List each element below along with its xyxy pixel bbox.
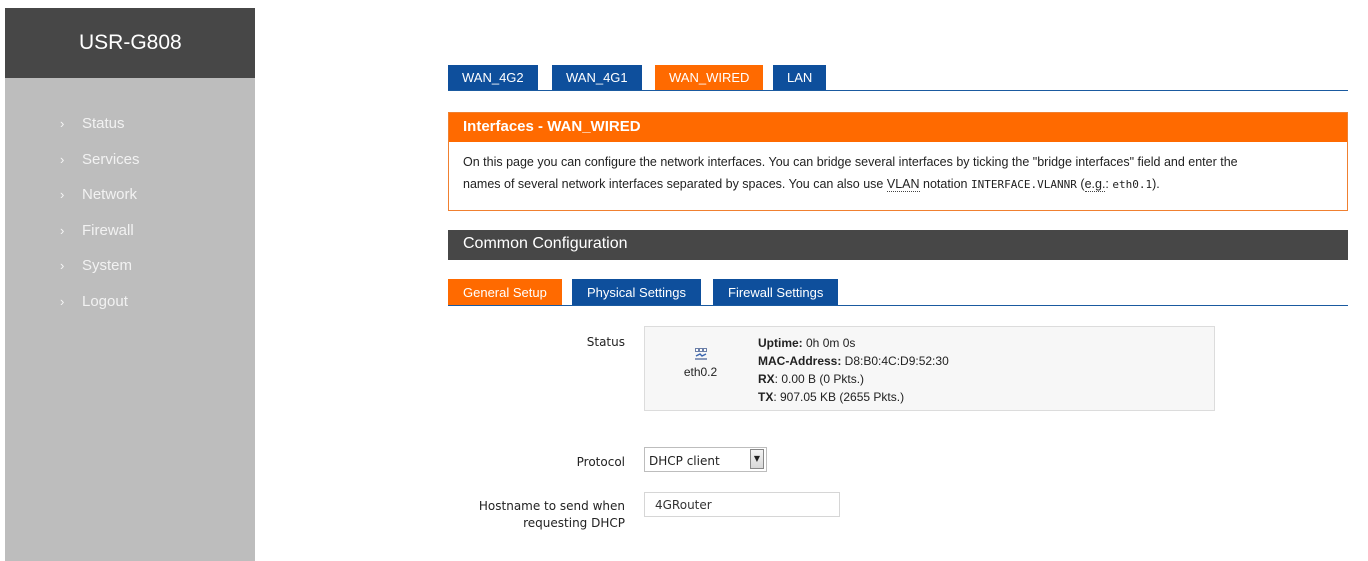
interface-badge: eth0.2 [673,347,728,379]
config-subtabs: General Setup Physical Settings Firewall… [448,279,1348,306]
uptime-value: 0h 0m 0s [802,336,856,350]
panel-description: On this page you can configure the netwo… [449,142,1347,196]
uptime-row: Uptime: 0h 0m 0s [758,334,949,352]
chevron-down-icon[interactable]: ▼ [750,449,764,469]
tab-firewall-settings[interactable]: Firewall Settings [713,279,839,305]
sidebar-item-status[interactable]: › Status [5,106,255,142]
tab-wan-4g2[interactable]: WAN_4G2 [448,65,538,90]
hostname-label-line-2: requesting DHCP [523,516,625,530]
sidebar: USR-G808 › Status › Services › Network ›… [5,8,255,561]
tab-general-setup[interactable]: General Setup [448,279,562,305]
mac-label: MAC-Address: [758,354,842,368]
rx-value: : 0.00 B (0 Pkts.) [774,372,865,386]
interface-stats: Uptime: 0h 0m 0s MAC-Address: D8:B0:4C:D… [758,334,949,406]
sidebar-item-label: Firewall [82,221,134,239]
interfaces-panel: Interfaces - WAN_WIRED On this page you … [448,112,1348,211]
desc-text: ( [1076,177,1085,191]
hostname-input[interactable] [644,492,840,517]
tx-row: TX: 907.05 KB (2655 Pkts.) [758,388,949,406]
status-label: Status [586,335,625,349]
mac-row: MAC-Address: D8:B0:4C:D9:52:30 [758,352,949,370]
eg-abbr: e.g. [1084,177,1106,192]
panel-title: Interfaces - WAN_WIRED [449,113,1347,142]
sidebar-item-system[interactable]: › System [5,248,255,284]
tab-wan-4g1[interactable]: WAN_4G1 [552,65,642,90]
rx-row: RX: 0.00 B (0 Pkts.) [758,370,949,388]
sidebar-item-label: Logout [82,292,128,310]
chevron-right-icon: › [60,116,65,132]
sidebar-item-firewall[interactable]: › Firewall [5,213,255,249]
chevron-right-icon: › [60,187,65,203]
protocol-label: Protocol [576,455,625,469]
protocol-value: DHCP client [649,454,720,468]
chevron-right-icon: › [60,151,65,167]
rx-label: RX [758,372,775,386]
protocol-select[interactable]: DHCP client ▼ [644,447,767,472]
brand-title: USR-G808 [5,8,255,78]
tx-label: TX [758,390,774,404]
code-interface-vlannr: INTERFACE.VLANNR [970,178,1077,191]
description-line-1: On this page you can configure the netwo… [463,155,1238,169]
sidebar-item-logout[interactable]: › Logout [5,284,255,320]
hostname-label: Hostname to send when requesting DHCP [448,498,625,532]
sidebar-item-network[interactable]: › Network [5,177,255,213]
desc-text: notation [919,177,971,191]
desc-text: ). [1152,177,1160,191]
interface-name: eth0.2 [683,365,718,379]
sidebar-item-label: Services [82,150,140,168]
tab-lan[interactable]: LAN [773,65,827,90]
chevron-right-icon: › [60,222,65,238]
status-box: eth0.2 Uptime: 0h 0m 0s MAC-Address: D8:… [644,326,1215,411]
desc-text: names of several network interfaces sepa… [463,177,887,191]
section-title: Common Configuration [448,230,1348,260]
ethernet-port-icon [694,348,707,360]
uptime-label: Uptime: [758,336,803,350]
tx-value: : 907.05 KB (2655 Pkts.) [773,390,905,404]
sidebar-item-label: System [82,257,133,275]
sidebar-item-services[interactable]: › Services [5,142,255,178]
mac-value: D8:B0:4C:D9:52:30 [841,354,949,368]
tab-wan-wired[interactable]: WAN_WIRED [655,65,764,90]
chevron-right-icon: › [60,258,65,274]
sidebar-menu: › Status › Services › Network › Firewall… [5,78,255,319]
sidebar-item-label: Status [82,115,125,133]
tab-physical-settings[interactable]: Physical Settings [572,279,701,305]
interface-tabs: WAN_4G2 WAN_4G1 WAN_WIRED LAN [448,65,1348,91]
vlan-abbr: VLAN [886,177,920,192]
hostname-label-line-1: Hostname to send when [478,499,625,513]
sidebar-item-label: Network [82,186,138,204]
code-example: eth0.1 [1112,178,1153,191]
description-line-2: names of several network interfaces sepa… [463,173,1333,196]
chevron-right-icon: › [60,293,65,309]
